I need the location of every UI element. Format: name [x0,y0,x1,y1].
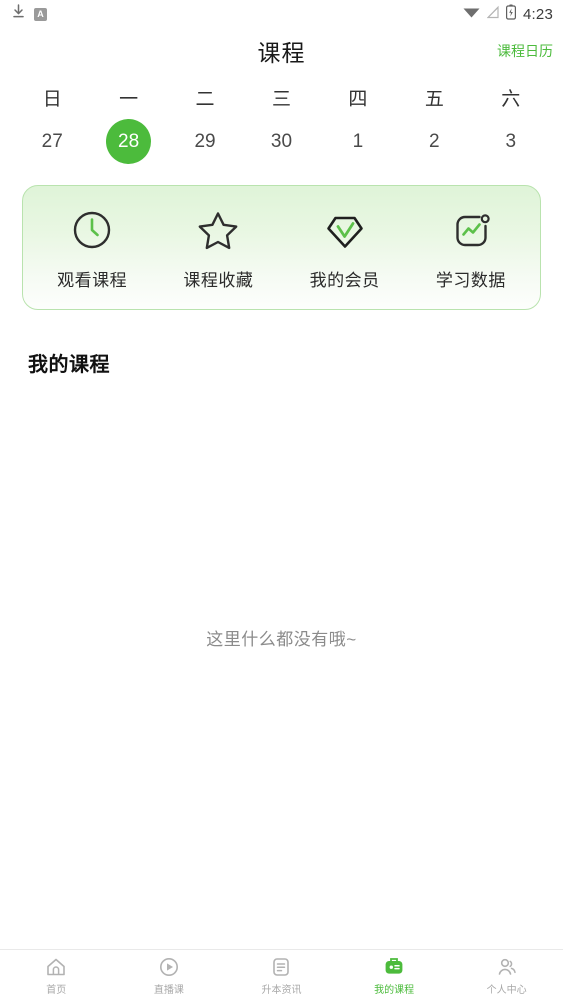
weekday-label: 六 [501,89,521,110]
page-header: 课程 课程日历 [0,28,563,74]
quick-action-study-data[interactable]: 学习数据 [408,208,534,291]
clock-icon [70,208,114,252]
quick-action-label: 课程收藏 [183,271,254,290]
date-value: 29 [194,130,216,152]
nav-item-news[interactable]: 升本资讯 [225,956,338,996]
chart-icon [449,208,493,252]
home-icon [45,956,67,978]
date-row: 27 28 29 30 1 2 3 [0,117,563,173]
nav-item-my-courses[interactable]: 我的课程 [338,956,451,996]
date-value: 2 [429,130,440,152]
a-badge-icon: A [34,7,47,21]
status-bar-left: A [12,4,47,24]
status-time: 4:23 [523,5,553,23]
quick-action-course-favorites[interactable]: 课程收藏 [155,208,281,291]
nav-label: 升本资讯 [261,985,302,996]
nav-label: 个人中心 [486,985,527,996]
date-cell[interactable]: 30 [243,117,319,165]
weekday-label: 二 [195,89,215,110]
date-cell[interactable]: 3 [473,117,549,165]
course-calendar-link[interactable]: 课程日历 [497,41,553,61]
date-value: 28 [106,118,152,164]
weekday-label: 四 [348,89,368,110]
nav-item-profile[interactable]: 个人中心 [450,956,563,996]
quick-action-label: 观看课程 [57,271,128,290]
weekday-label: 日 [42,89,62,110]
date-cell[interactable]: 29 [167,117,243,165]
quick-actions-card: 观看课程 课程收藏 我的会员 学习数据 [22,185,541,310]
quick-action-label: 学习数据 [435,271,506,290]
nav-item-live-class[interactable]: 直播课 [113,956,226,996]
status-bar-right: 4:23 [463,4,553,25]
my-courses-empty-state: 这里什么都没有哦~ [0,377,563,897]
date-cell[interactable]: 2 [396,117,472,165]
star-icon [196,208,240,252]
date-value: 3 [505,130,517,152]
my-courses-icon [383,956,405,978]
document-icon [270,956,292,978]
bottom-navigation: 首页 直播课 升本资讯 我的课程 个人中心 [0,949,563,1002]
play-circle-icon [158,956,180,978]
battery-icon [506,4,517,25]
week-calendar: 日 一 二 三 四 五 六 27 28 29 30 1 2 3 [0,74,563,173]
nav-label: 直播课 [153,985,184,996]
date-value: 1 [352,130,364,152]
quick-action-label: 我的会员 [309,271,380,290]
weekday-row: 日 一 二 三 四 五 六 [0,74,563,117]
quick-action-my-membership[interactable]: 我的会员 [282,208,408,291]
date-cell-selected[interactable]: 28 [90,117,166,165]
my-courses-title: 我的课程 [28,354,110,376]
status-bar: A 4:23 [0,0,563,28]
quick-action-watch-course[interactable]: 观看课程 [29,208,155,291]
date-value: 27 [41,130,63,152]
signal-icon [486,5,499,24]
wifi-icon [463,5,480,24]
people-icon [496,956,518,978]
diamond-check-icon [323,208,367,252]
empty-state-text: 这里什么都没有哦~ [206,629,357,649]
page-title: 课程 [257,40,306,66]
date-cell[interactable]: 27 [14,117,90,165]
weekday-label: 一 [119,89,139,110]
nav-label: 首页 [46,985,67,996]
weekday-label: 三 [271,89,291,110]
weekday-label: 五 [424,89,444,110]
nav-label: 我的课程 [374,985,415,996]
download-icon [12,4,25,24]
date-cell[interactable]: 1 [320,117,396,165]
nav-item-home[interactable]: 首页 [0,956,113,996]
date-value: 30 [270,130,293,152]
